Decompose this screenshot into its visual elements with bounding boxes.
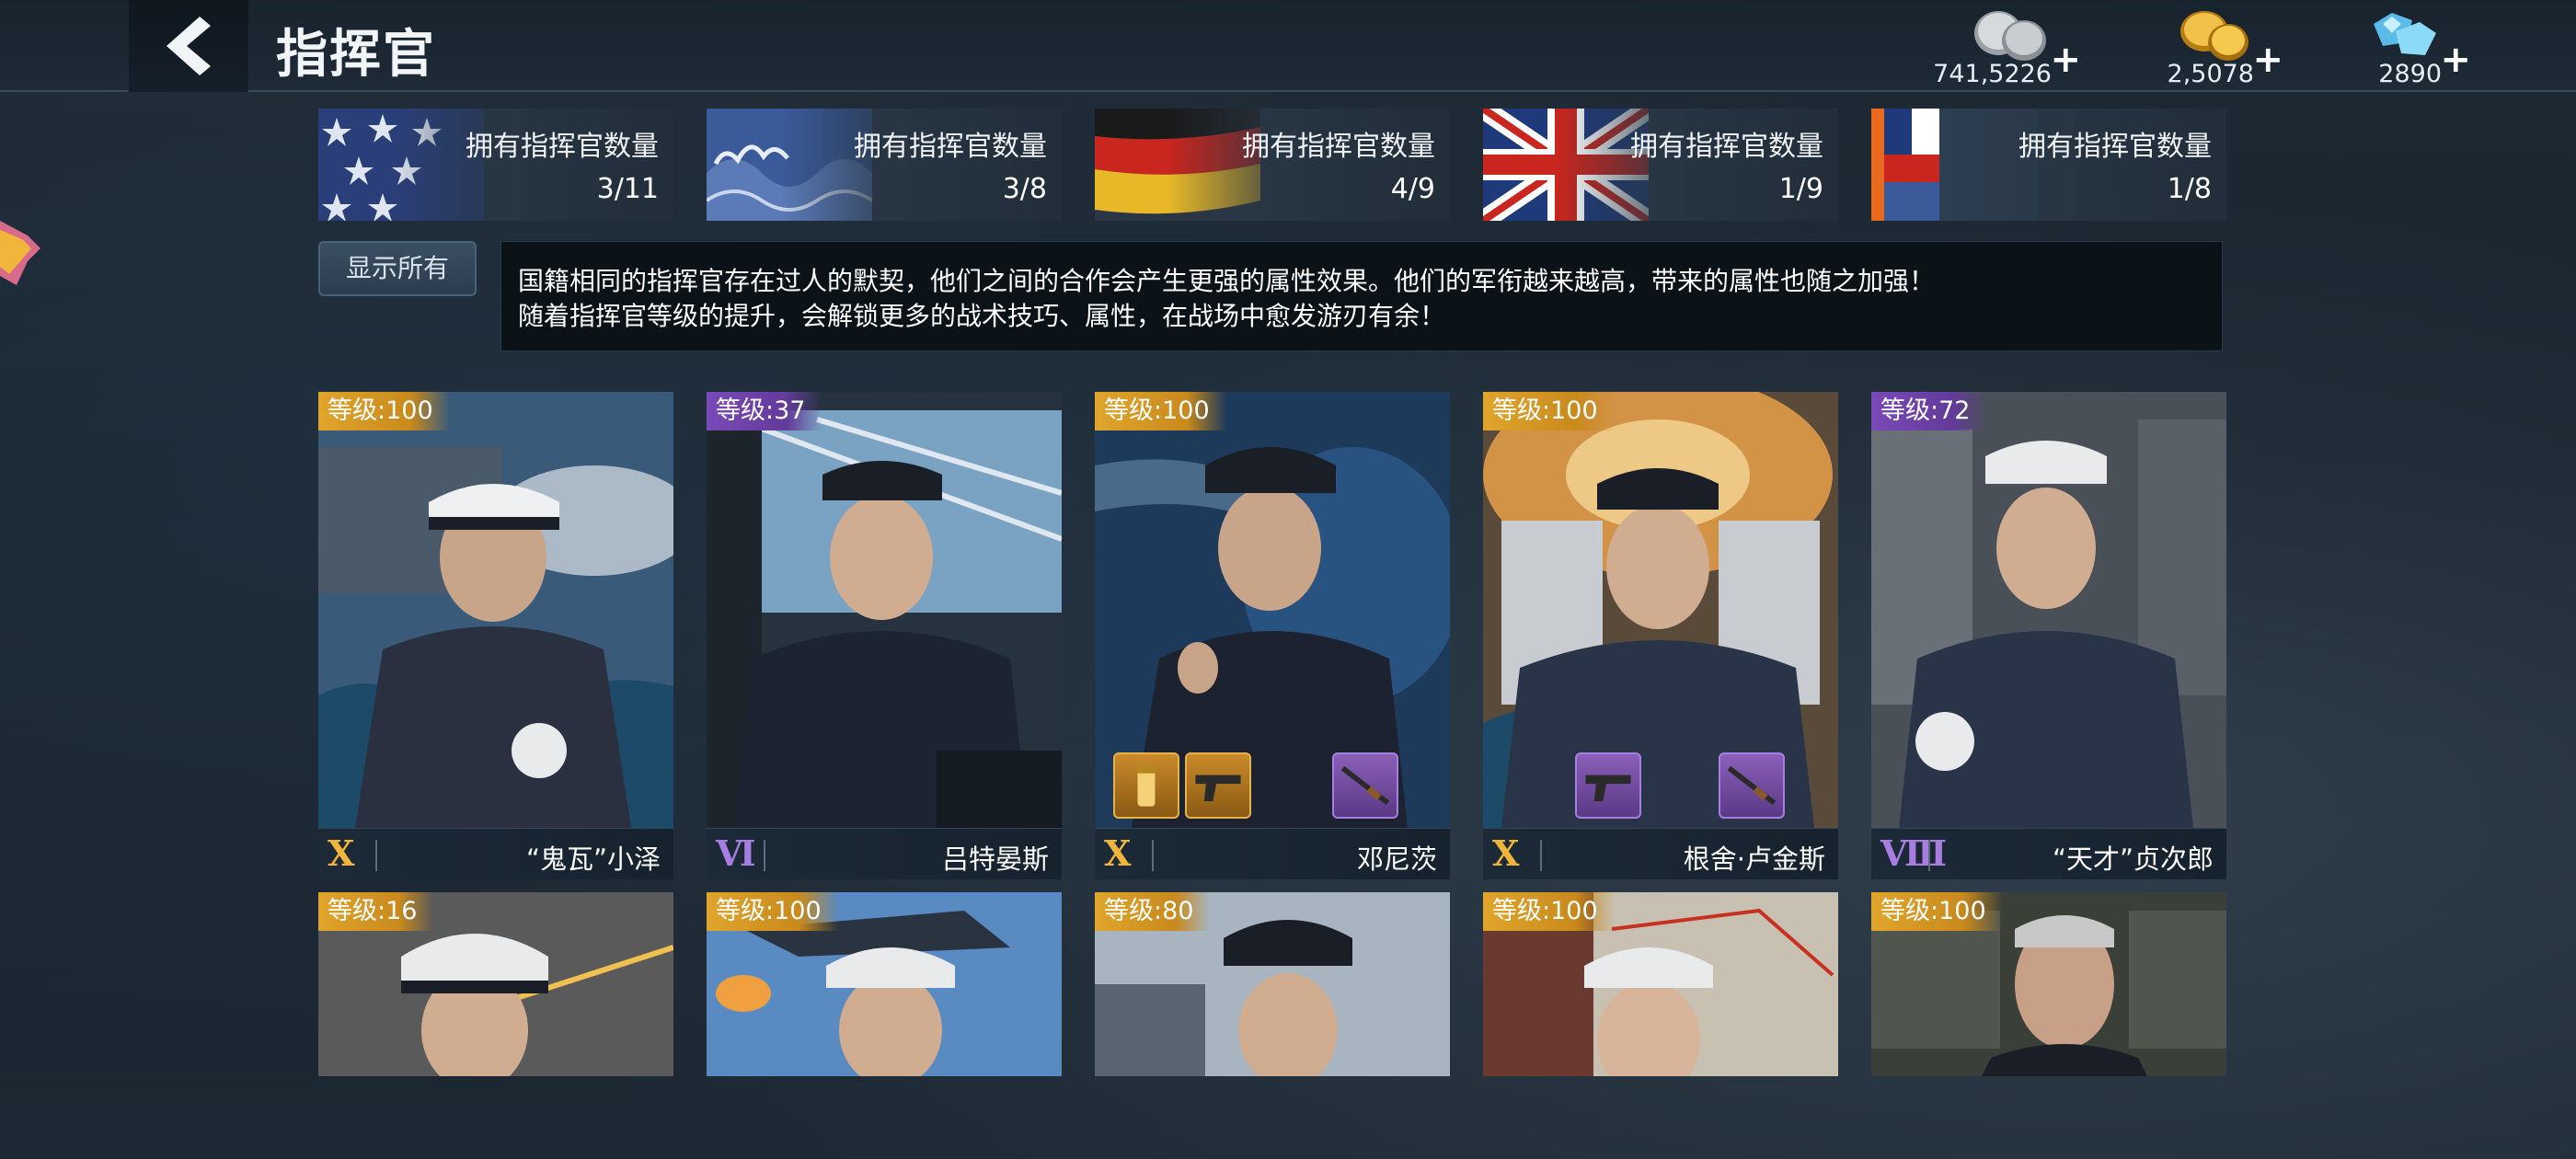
level-badge: 等级:100 <box>1871 892 2003 931</box>
tab-label: 拥有指挥官数量 <box>2018 131 2212 163</box>
level-badge: 等级:100 <box>318 392 450 430</box>
commander-portrait <box>1871 392 2226 828</box>
commander-name: 吕特晏斯 <box>941 843 1049 875</box>
silver-coins-icon <box>1974 11 2046 61</box>
rank-numeral: X <box>328 832 355 874</box>
commander-name: 根舍·卢金斯 <box>1683 843 1825 875</box>
pistol-icon[interactable] <box>1575 752 1641 819</box>
rank-divider <box>1540 840 1542 871</box>
level-badge: 等级:100 <box>707 892 838 931</box>
commander-name-bar: X 邓尼茨 <box>1095 828 1450 879</box>
commander-portrait <box>707 392 1062 828</box>
level-badge: 等级:100 <box>1095 392 1226 430</box>
pistol-icon[interactable] <box>1185 752 1251 819</box>
tab-count: 1/9 <box>1778 173 1823 205</box>
add-gold-button[interactable]: + <box>2252 39 2283 81</box>
show-all-button[interactable]: 显示所有 <box>318 241 477 296</box>
tab-label: 拥有指挥官数量 <box>854 131 1047 163</box>
commander-card[interactable]: 等级:80 <box>1095 892 1450 1076</box>
add-silver-button[interactable]: + <box>2050 39 2081 81</box>
commander-card[interactable]: 等级:16 <box>318 892 673 1076</box>
gold-value: 2,5078 <box>2167 60 2254 88</box>
description-line-2: 随着指挥官等级的提升，会解锁更多的战术技巧、属性，在战场中愈发游刃有余！ <box>518 301 1446 331</box>
diamond-currency[interactable]: 2890 + <box>2318 4 2475 88</box>
tab-count: 1/8 <box>2167 173 2212 205</box>
commander-card[interactable]: 等级:100 <box>1871 892 2226 1076</box>
nation-tab-germany[interactable]: 拥有指挥官数量 4/9 <box>1095 109 1450 221</box>
commander-name-bar: X 根舍·卢金斯 <box>1483 828 1838 879</box>
rifle-icon[interactable] <box>1332 752 1398 819</box>
page-title: 指挥官 <box>276 25 436 85</box>
level-badge: 等级:100 <box>1483 392 1615 430</box>
tab-count: 3/11 <box>596 173 659 205</box>
tab-count: 3/8 <box>1002 173 1047 205</box>
rank-divider <box>764 840 765 871</box>
commander-name-bar: Ⅷ “天才”贞次郎 <box>1871 828 2226 879</box>
commander-name: “天才”贞次郎 <box>2052 843 2214 875</box>
commander-portrait <box>1483 392 1838 828</box>
commander-name-bar: Ⅵ 吕特晏斯 <box>707 828 1062 879</box>
commander-name-bar: X “鬼瓦”小泽 <box>318 828 673 879</box>
chevron-left-icon <box>167 17 211 75</box>
commander-card[interactable]: 等级:100 X 邓尼茨 <box>1095 392 1450 879</box>
rank-divider <box>1928 840 1930 871</box>
commander-name: 邓尼茨 <box>1356 843 1437 875</box>
tab-count: 4/9 <box>1390 173 1435 205</box>
commander-card[interactable]: 等级:100 <box>707 892 1062 1076</box>
rank-numeral: X <box>1492 832 1520 874</box>
medal-icon[interactable] <box>1113 752 1179 819</box>
level-badge: 等级:16 <box>318 892 434 931</box>
tab-label: 拥有指挥官数量 <box>1630 131 1823 163</box>
rank-divider <box>1152 840 1154 871</box>
diamond-icon <box>2374 13 2436 55</box>
gold-coins-icon <box>2180 11 2248 61</box>
silver-currency[interactable]: 741,5226 + <box>1928 4 2085 88</box>
rank-numeral: Ⅷ <box>1880 832 1948 874</box>
commander-name: “鬼瓦”小泽 <box>525 843 661 875</box>
description-box: 国籍相同的指挥官存在过人的默契，他们之间的合作会产生更强的属性效果。他们的军衔越… <box>500 241 2223 351</box>
back-button[interactable] <box>129 0 248 92</box>
rank-divider <box>375 840 377 871</box>
nation-tab-japan[interactable]: 拥有指挥官数量 3/8 <box>707 109 1062 221</box>
level-badge: 等级:37 <box>707 392 822 430</box>
rifle-icon[interactable] <box>1719 752 1785 819</box>
nation-tab-uk[interactable]: 拥有指挥官数量 1/9 <box>1483 109 1838 221</box>
side-star-icon[interactable] <box>0 202 46 294</box>
description-line-1: 国籍相同的指挥官存在过人的默契，他们之间的合作会产生更强的属性效果。他们的军衔越… <box>518 266 1936 296</box>
commander-card[interactable]: 等级:37 Ⅵ 吕特晏斯 <box>707 392 1062 879</box>
silver-value: 741,5226 <box>1933 60 2052 88</box>
rank-numeral: X <box>1104 832 1132 874</box>
diamond-value: 2890 <box>2378 60 2442 88</box>
commander-card[interactable]: 等级:100 X “鬼瓦”小泽 <box>318 392 673 879</box>
nation-tab-other[interactable]: 拥有指挥官数量 1/8 <box>1871 109 2226 221</box>
gold-currency[interactable]: 2,5078 + <box>2131 4 2287 88</box>
commander-card[interactable]: 等级:100 <box>1483 892 1838 1076</box>
commander-portrait <box>318 392 673 828</box>
level-badge: 等级:100 <box>1483 892 1615 931</box>
nation-tab-usa[interactable]: 拥有指挥官数量 3/11 <box>318 109 673 221</box>
commander-card[interactable]: 等级:72 Ⅷ “天才”贞次郎 <box>1871 392 2226 879</box>
commander-card[interactable]: 等级:100 X 根舍·卢金斯 <box>1483 392 1838 879</box>
level-badge: 等级:80 <box>1095 892 1211 931</box>
tab-label: 拥有指挥官数量 <box>1242 131 1435 163</box>
top-bar: 指挥官 741,5226 + 2,5078 + 2890 + <box>0 0 2576 92</box>
add-diamond-button[interactable]: + <box>2440 39 2471 81</box>
rank-numeral: Ⅵ <box>716 832 756 874</box>
tab-label: 拥有指挥官数量 <box>466 131 659 163</box>
level-badge: 等级:72 <box>1871 392 1987 430</box>
